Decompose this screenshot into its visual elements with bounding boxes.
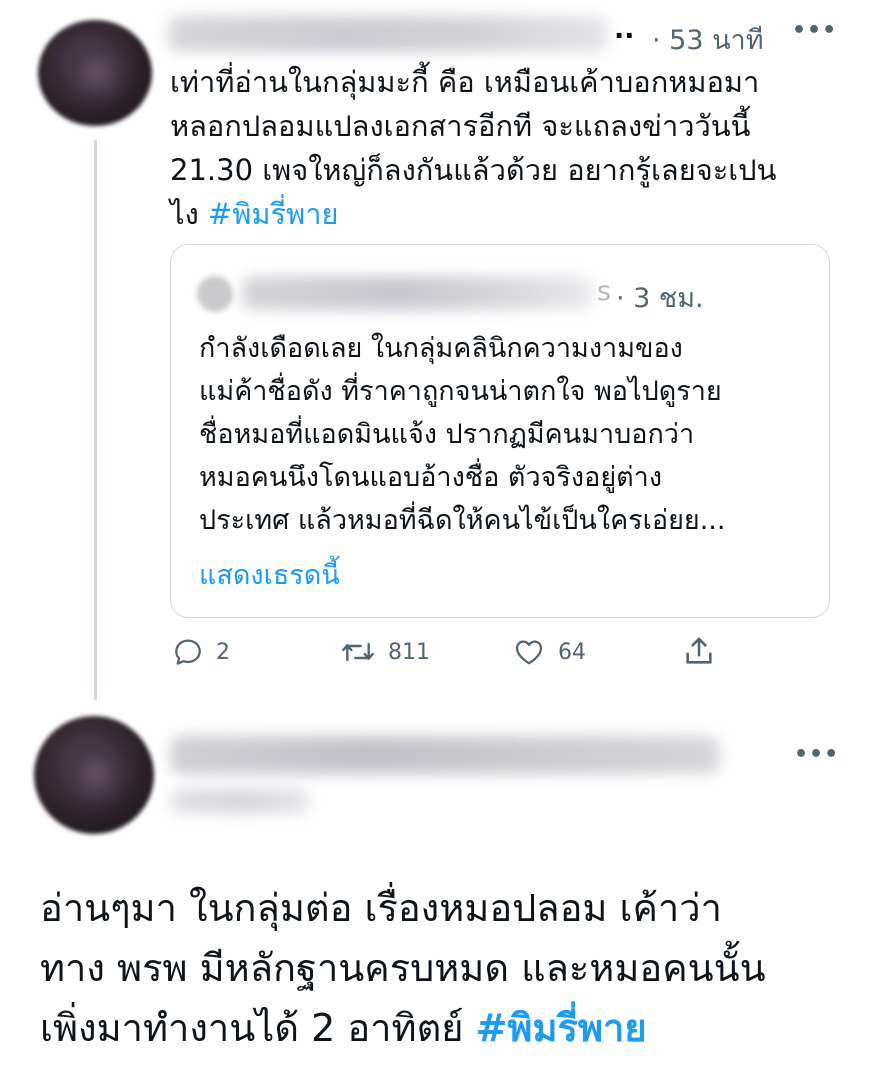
display-name-blurred[interactable]: [170, 736, 720, 774]
thread-line: [94, 140, 97, 700]
hashtag-link[interactable]: #พิมรี่พาย: [476, 1006, 647, 1050]
retweet-icon: [342, 642, 374, 662]
reply-button[interactable]: 2: [172, 636, 230, 668]
share-button[interactable]: [682, 634, 716, 668]
like-icon: [515, 640, 543, 665]
quoted-time[interactable]: · 3 ชม.: [616, 276, 704, 319]
reply-count: 2: [216, 639, 230, 665]
reply-icon: [175, 639, 201, 665]
show-thread-link[interactable]: แสดงเธรดนี้: [199, 553, 340, 596]
avatar[interactable]: [34, 716, 154, 834]
quoted-user-blurred: [242, 276, 592, 310]
display-name-ellipsis: ..: [614, 14, 635, 45]
avatar[interactable]: [38, 20, 152, 126]
quoted-text: กำลังเดือดเลย ในกลุ่มคลินิกความงามของ แม…: [199, 333, 726, 536]
like-button[interactable]: 64: [512, 636, 586, 668]
tweet-text: เท่าที่อ่านในกลุ่มมะกี้ คือ เหมือนเค้าบอ…: [170, 60, 850, 236]
retweet-count: 811: [388, 639, 430, 665]
tweet-time[interactable]: · 53 นาที: [652, 18, 764, 61]
tweet-body: อ่านๆมา ในกลุ่มต่อ เรื่องหมอปลอม เค้าว่า…: [40, 886, 766, 1050]
more-horizontal-icon[interactable]: •••: [792, 18, 837, 43]
share-icon: [686, 637, 712, 664]
handle-blurred[interactable]: [170, 788, 310, 814]
tweet-text: อ่านๆมา ในกลุ่มต่อ เรื่องหมอปลอม เค้าว่า…: [40, 878, 860, 1058]
quoted-avatar: [197, 276, 233, 312]
like-count: 64: [558, 639, 586, 665]
display-name-blurred[interactable]: [168, 16, 608, 52]
quoted-handle-suffix: s: [597, 276, 612, 307]
more-horizontal-icon[interactable]: •••: [794, 742, 839, 767]
hashtag-link[interactable]: #พิมรี่พาย: [208, 197, 339, 231]
retweet-button[interactable]: 811: [340, 636, 430, 668]
